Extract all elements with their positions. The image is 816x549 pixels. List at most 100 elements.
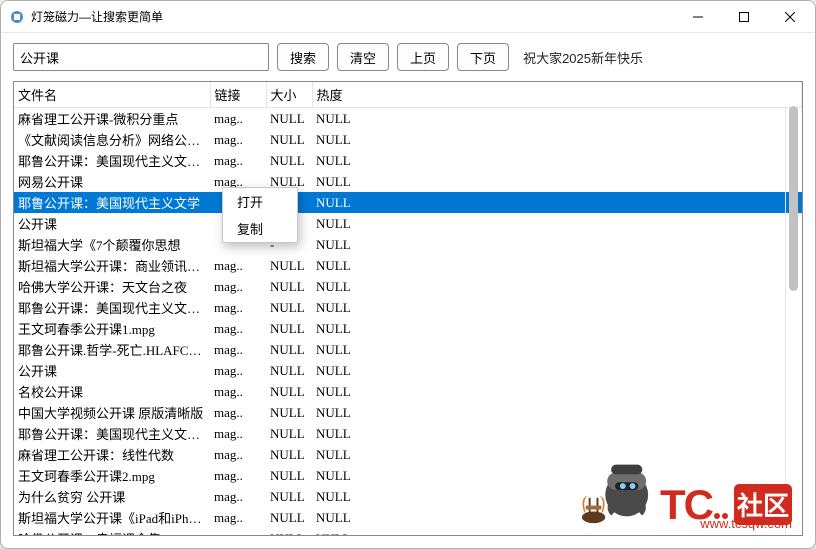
- cell-size: NULL: [266, 507, 312, 528]
- cell-name: 耶鲁公开课：美国现代主义文学..: [14, 150, 210, 171]
- table-row[interactable]: 网易公开课mag..NULLNULL: [14, 171, 802, 192]
- table-row[interactable]: 耶鲁公开课：美国现代主义文学..mag..NULLNULL: [14, 297, 802, 318]
- cell-link: mag..: [210, 507, 266, 528]
- cell-name: 哈佛大学公开课：天文台之夜: [14, 276, 210, 297]
- table-row[interactable]: 哈佛大学公开课：天文台之夜mag..NULLNULL: [14, 276, 802, 297]
- table-row[interactable]: 耶鲁公开课：美国现代主义文学..mag..NULLNULL: [14, 150, 802, 171]
- cell-hot: NULL: [312, 297, 802, 318]
- cell-hot: NULL: [312, 423, 802, 444]
- table-row[interactable]: 王文珂春季公开课1.mpgmag..NULLNULL: [14, 318, 802, 339]
- cell-size: NULL: [266, 150, 312, 171]
- cell-size: NULL: [266, 339, 312, 360]
- next-button[interactable]: 下页: [457, 43, 509, 71]
- cell-name: 中国大学视频公开课 原版清晰版: [14, 402, 210, 423]
- col-header-name[interactable]: 文件名: [14, 82, 210, 108]
- ctx-open[interactable]: 打开: [223, 188, 297, 215]
- cell-hot: NULL: [312, 150, 802, 171]
- cell-name: 网易公开课: [14, 171, 210, 192]
- cell-hot: NULL: [312, 318, 802, 339]
- cell-hot: NULL: [312, 507, 802, 528]
- cell-hot: NULL: [312, 402, 802, 423]
- table-row[interactable]: 王文珂春季公开课2.mpgmag..NULLNULL: [14, 465, 802, 486]
- cell-name: 王文珂春季公开课2.mpg: [14, 465, 210, 486]
- search-input[interactable]: [13, 43, 269, 71]
- greeting-text: 祝大家2025新年快乐: [523, 48, 643, 67]
- table-row[interactable]: 斯坦福大学《7个颠覆你思想-NULL: [14, 234, 802, 255]
- table-row[interactable]: 耶鲁公开课：美国现代主义文学NULL: [14, 192, 802, 213]
- table-row[interactable]: 斯坦福大学公开课《iPad和iPhon..mag..NULLNULL: [14, 507, 802, 528]
- cell-name: 名校公开课: [14, 381, 210, 402]
- search-button[interactable]: 搜索: [277, 43, 329, 71]
- cell-name: 哈佛公开课：幸福课全集: [14, 528, 210, 536]
- cell-hot: NULL: [312, 276, 802, 297]
- table-row[interactable]: 为什么贫穷 公开课mag..NULLNULL: [14, 486, 802, 507]
- cell-link: mag..: [210, 381, 266, 402]
- cell-hot: NULL: [312, 255, 802, 276]
- cell-link: mag..: [210, 318, 266, 339]
- cell-name: 《文献阅读信息分析》网络公开..: [14, 129, 210, 150]
- toolbar: 搜索 清空 上页 下页 祝大家2025新年快乐: [1, 33, 815, 81]
- cell-link: mag..: [210, 444, 266, 465]
- cell-hot: NULL: [312, 192, 802, 213]
- cell-hot: NULL: [312, 171, 802, 192]
- maximize-button[interactable]: [721, 2, 767, 32]
- cell-hot: NULL: [312, 381, 802, 402]
- table-row[interactable]: 名校公开课mag..NULLNULL: [14, 381, 802, 402]
- table-row[interactable]: 麻省理工公开课：线性代数mag..NULLNULL: [14, 444, 802, 465]
- table-row[interactable]: 哈佛公开课：幸福课全集mag..NULLNULL: [14, 528, 802, 536]
- cell-link: mag..: [210, 528, 266, 536]
- cell-hot: NULL: [312, 339, 802, 360]
- table-row[interactable]: 公开课-NULL: [14, 213, 802, 234]
- col-header-link[interactable]: 链接: [210, 82, 266, 108]
- cell-hot: NULL: [312, 465, 802, 486]
- ctx-copy[interactable]: 复制: [223, 215, 297, 242]
- table-row[interactable]: 耶鲁公开课.哲学-死亡.HLAFCD-T..mag..NULLNULL: [14, 339, 802, 360]
- table-row[interactable]: 《文献阅读信息分析》网络公开..mag..NULLNULL: [14, 129, 802, 150]
- cell-size: NULL: [266, 402, 312, 423]
- cell-link: mag..: [210, 150, 266, 171]
- titlebar: 灯笼磁力—让搜索更简单: [1, 1, 815, 33]
- cell-size: NULL: [266, 423, 312, 444]
- cell-size: NULL: [266, 297, 312, 318]
- cell-link: mag..: [210, 423, 266, 444]
- cell-name: 斯坦福大学《7个颠覆你思想: [14, 234, 210, 255]
- cell-link: mag..: [210, 129, 266, 150]
- table-row[interactable]: 公开课mag..NULLNULL: [14, 360, 802, 381]
- cell-size: NULL: [266, 465, 312, 486]
- cell-hot: NULL: [312, 108, 802, 130]
- cell-name: 斯坦福大学公开课《iPad和iPhon..: [14, 507, 210, 528]
- results-table[interactable]: 文件名 链接 大小 热度 麻省理工公开课-微积分重点mag..NULLNULL《…: [14, 82, 802, 536]
- scrollbar-thumb[interactable]: [789, 106, 798, 291]
- cell-size: NULL: [266, 276, 312, 297]
- cell-size: NULL: [266, 108, 312, 130]
- cell-link: mag..: [210, 465, 266, 486]
- table-row[interactable]: 斯坦福大学公开课：商业领讯讲..mag..NULLNULL: [14, 255, 802, 276]
- cell-name: 王文珂春季公开课1.mpg: [14, 318, 210, 339]
- table-row[interactable]: 耶鲁公开课：美国现代主义文学..mag..NULLNULL: [14, 423, 802, 444]
- cell-size: NULL: [266, 255, 312, 276]
- table-row[interactable]: 中国大学视频公开课 原版清晰版mag..NULLNULL: [14, 402, 802, 423]
- app-icon: [9, 9, 25, 25]
- cell-size: NULL: [266, 528, 312, 536]
- close-button[interactable]: [767, 2, 813, 32]
- cell-name: 耶鲁公开课：美国现代主义文学..: [14, 297, 210, 318]
- prev-button[interactable]: 上页: [397, 43, 449, 71]
- cell-size: NULL: [266, 444, 312, 465]
- col-header-size[interactable]: 大小: [266, 82, 312, 108]
- clear-button[interactable]: 清空: [337, 43, 389, 71]
- table-row[interactable]: 麻省理工公开课-微积分重点mag..NULLNULL: [14, 108, 802, 130]
- cell-link: mag..: [210, 360, 266, 381]
- results-table-container: 文件名 链接 大小 热度 麻省理工公开课-微积分重点mag..NULLNULL《…: [13, 81, 803, 536]
- cell-link: mag..: [210, 276, 266, 297]
- cell-name: 耶鲁公开课.哲学-死亡.HLAFCD-T..: [14, 339, 210, 360]
- cell-size: NULL: [266, 486, 312, 507]
- cell-hot: NULL: [312, 528, 802, 536]
- cell-link: mag..: [210, 486, 266, 507]
- cell-name: 公开课: [14, 213, 210, 234]
- cell-size: NULL: [266, 381, 312, 402]
- minimize-button[interactable]: [675, 2, 721, 32]
- cell-link: mag..: [210, 255, 266, 276]
- col-header-hot[interactable]: 热度: [312, 82, 802, 108]
- vertical-scrollbar[interactable]: [785, 106, 801, 534]
- cell-hot: NULL: [312, 129, 802, 150]
